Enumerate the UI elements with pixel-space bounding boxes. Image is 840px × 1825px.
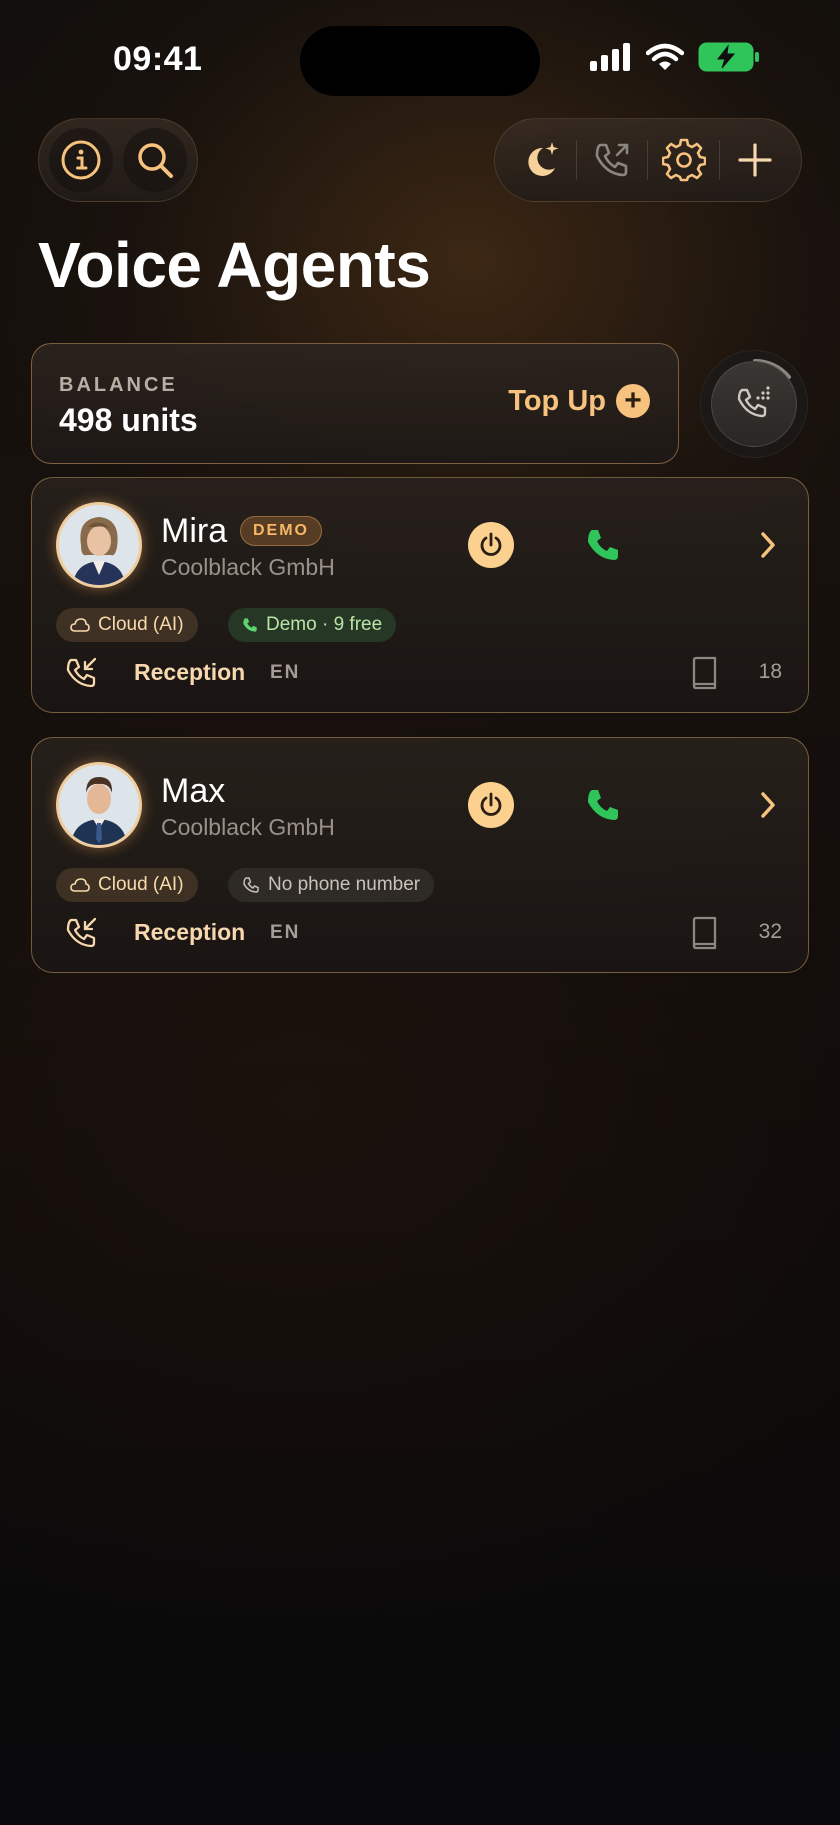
- signal-icon: [590, 43, 630, 71]
- chip-cloud-ai: Cloud (AI): [56, 608, 198, 642]
- agent-company: Coolblack GmbH: [161, 814, 335, 840]
- gear-icon: [661, 138, 706, 182]
- wifi-icon: [646, 43, 684, 70]
- power-icon: [480, 792, 502, 816]
- battery-charging-icon: [698, 42, 759, 72]
- knowledge-count: 32: [758, 920, 782, 943]
- route-label: Reception: [134, 919, 246, 945]
- chevron-right-icon[interactable]: [759, 790, 777, 820]
- toolbar-divider: [718, 140, 720, 180]
- phone-outgoing-icon: [596, 143, 629, 177]
- settings-button[interactable]: [652, 128, 716, 192]
- balance-label: BALANCE: [59, 374, 178, 396]
- route-label: Reception: [134, 659, 246, 685]
- phone-dialpad-icon: [737, 386, 770, 418]
- top-up-button[interactable]: Top Up +: [508, 384, 650, 418]
- agent-name: Mira: [161, 512, 228, 550]
- status-icons: [590, 42, 760, 72]
- book-icon: [692, 916, 717, 950]
- power-toggle-button[interactable]: [468, 522, 514, 568]
- phone-incoming-icon: [66, 917, 97, 948]
- chip-label: Cloud (AI): [98, 614, 184, 635]
- balance-card: BALANCE 498 units Top Up +: [31, 343, 679, 464]
- chevron-right-icon[interactable]: [759, 530, 777, 560]
- night-mode-button[interactable]: [509, 128, 573, 192]
- dialer-button[interactable]: [700, 350, 808, 458]
- knowledge-count: 18: [758, 660, 782, 683]
- language-code: EN: [270, 662, 301, 683]
- avatar-woman-portrait: [59, 505, 139, 585]
- chip-demo-calls: Demo · 9 free: [228, 608, 397, 642]
- agent-card-max[interactable]: Max Coolblack GmbH Cloud (AI) No phone n…: [31, 737, 809, 973]
- power-toggle-button[interactable]: [468, 782, 514, 828]
- dialer-inner: [711, 361, 797, 447]
- cloud-icon: [70, 618, 90, 632]
- agent-card-mira[interactable]: Mira DEMO Coolblack GmbH Cloud (AI) Demo…: [31, 477, 809, 713]
- outgoing-call-button[interactable]: [580, 128, 644, 192]
- agent-name: Max: [161, 772, 226, 810]
- cloud-icon: [70, 878, 90, 892]
- avatar-man-portrait: [59, 765, 139, 845]
- language-code: EN: [270, 922, 301, 943]
- info-button[interactable]: [49, 128, 113, 192]
- add-agent-button[interactable]: [723, 128, 787, 192]
- phone-icon: [588, 530, 618, 560]
- call-button[interactable]: [580, 522, 626, 568]
- balance-value: 498 units: [59, 402, 198, 438]
- avatar: [56, 762, 142, 848]
- search-icon: [138, 143, 173, 178]
- plus-icon: [738, 143, 772, 177]
- toolbar-divider: [647, 140, 649, 180]
- phone-icon: [588, 790, 618, 820]
- chip-cloud-ai: Cloud (AI): [56, 868, 198, 902]
- phone-incoming-icon: [66, 657, 97, 688]
- chip-label: Demo · 9 free: [266, 614, 383, 635]
- chip-label: No phone number: [268, 874, 421, 895]
- demo-badge: DEMO: [240, 516, 322, 546]
- book-icon: [692, 656, 717, 690]
- info-icon: [61, 140, 101, 180]
- status-time: 09:41: [113, 40, 203, 78]
- agent-company: Coolblack GmbH: [161, 554, 335, 580]
- phone-icon: [243, 618, 257, 632]
- top-up-label: Top Up: [508, 384, 606, 417]
- moon-sparkle-icon: [528, 142, 559, 176]
- chip-no-phone: No phone number: [228, 868, 435, 902]
- header-right-toolbar: [494, 118, 802, 202]
- toolbar-divider: [576, 140, 578, 180]
- page-title: Voice Agents: [38, 229, 431, 301]
- search-button[interactable]: [123, 128, 187, 192]
- avatar: [56, 502, 142, 588]
- header-left-toolbar: [38, 118, 198, 202]
- dynamic-island: [300, 26, 540, 96]
- call-button[interactable]: [580, 782, 626, 828]
- plus-circle-icon: +: [616, 384, 650, 418]
- chip-label: Cloud (AI): [98, 874, 184, 895]
- phone-slash-icon: [243, 877, 259, 893]
- power-icon: [480, 532, 502, 556]
